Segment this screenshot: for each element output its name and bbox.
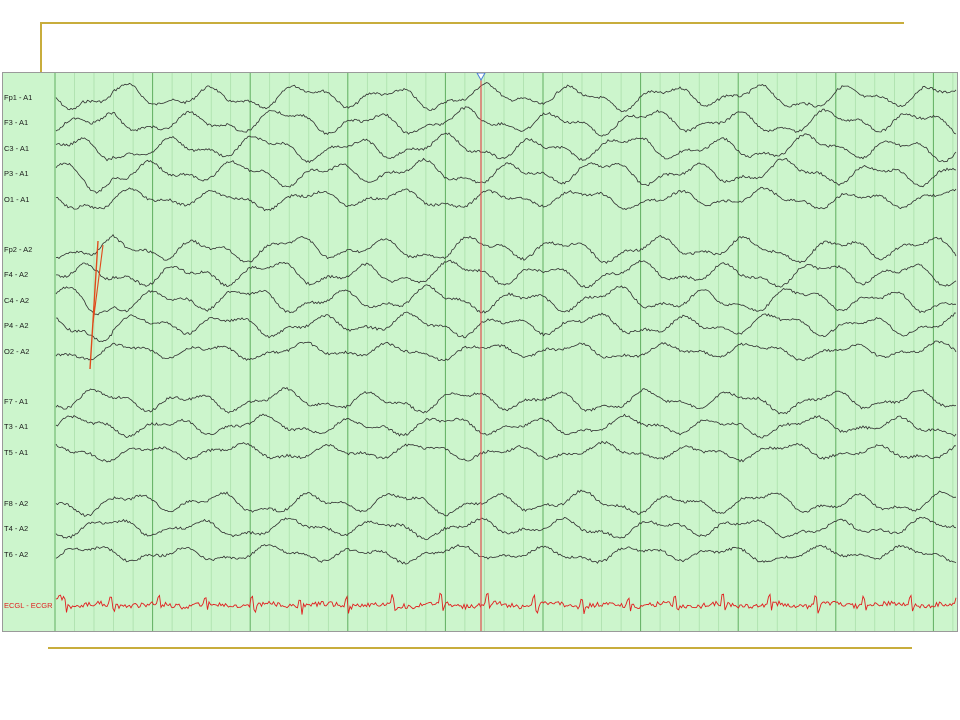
channel-trace bbox=[55, 489, 957, 517]
eeg-trace-panel[interactable]: Fp1 - A1 F3 - A1 C3 - A1 P3 - A1 O1 - A1 Fp2 … bbox=[2, 72, 958, 632]
channel-label: P4 - A2 bbox=[4, 321, 29, 330]
channel-trace bbox=[55, 106, 957, 137]
channel-label: O2 - A2 bbox=[4, 347, 29, 356]
channel-label: F8 - A2 bbox=[4, 499, 28, 508]
channel-label: F3 - A1 bbox=[4, 118, 28, 127]
channel-trace bbox=[55, 284, 957, 316]
cursor-marker-icon[interactable] bbox=[476, 73, 486, 82]
slide-frame-bottom-line bbox=[48, 647, 912, 649]
channel-label: T6 - A2 bbox=[4, 550, 28, 559]
channel-traces bbox=[55, 82, 957, 615]
channel-trace bbox=[55, 186, 957, 212]
channel-label: T5 - A1 bbox=[4, 448, 28, 457]
channel-label: C4 - A2 bbox=[4, 296, 29, 305]
channel-label: ECGL - ECGR bbox=[4, 601, 53, 610]
channel-label: C3 - A1 bbox=[4, 144, 29, 153]
channel-trace bbox=[55, 82, 957, 113]
channel-label: Fp1 - A1 bbox=[4, 93, 32, 102]
channel-trace bbox=[55, 340, 957, 362]
channel-label: Fp2 - A2 bbox=[4, 245, 32, 254]
slide-frame-top-line bbox=[40, 22, 904, 24]
slide-frame-left-line bbox=[40, 22, 42, 74]
channel-label: O1 - A1 bbox=[4, 195, 29, 204]
eeg-trace-canvas[interactable]: Fp1 - A1 F3 - A1 C3 - A1 P3 - A1 O1 - A1 Fp2 … bbox=[3, 73, 958, 632]
channel-label: F7 - A1 bbox=[4, 397, 28, 406]
channel-trace bbox=[55, 516, 957, 541]
channel-trace bbox=[55, 132, 957, 164]
channel-trace bbox=[55, 592, 957, 615]
channel-trace bbox=[55, 157, 957, 194]
channel-labels: Fp1 - A1 F3 - A1 C3 - A1 P3 - A1 O1 - A1 Fp2 … bbox=[4, 93, 53, 610]
channel-trace bbox=[55, 387, 957, 415]
channel-trace bbox=[55, 311, 957, 343]
channel-label: P3 - A1 bbox=[4, 169, 29, 178]
channel-trace bbox=[55, 544, 957, 565]
channel-label: T3 - A1 bbox=[4, 422, 28, 431]
channel-trace bbox=[55, 413, 957, 439]
channel-trace bbox=[55, 233, 957, 264]
channel-trace bbox=[56, 259, 957, 289]
channel-trace bbox=[55, 440, 957, 463]
channel-label: T4 - A2 bbox=[4, 524, 28, 533]
annotation-stroke bbox=[92, 244, 104, 324]
channel-label: F4 - A2 bbox=[4, 270, 28, 279]
